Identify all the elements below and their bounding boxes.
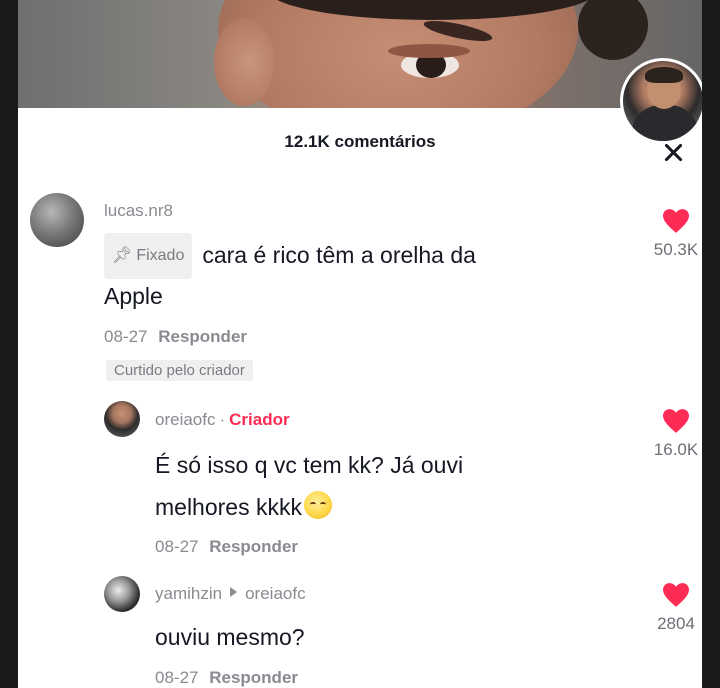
comment-text-line2: melhores kkkk: [155, 486, 332, 528]
pin-icon: 📌︎: [112, 247, 133, 264]
comment-meta: 08-27 Responder: [155, 668, 298, 688]
heart-icon: [663, 583, 689, 607]
video-background: [18, 0, 702, 108]
comment-date: 08-27: [104, 327, 148, 346]
close-icon[interactable]: [658, 140, 688, 170]
comment-date: 08-27: [155, 537, 199, 556]
comment-text-line1: ouviu mesmo?: [155, 624, 305, 650]
pinned-label: Fixado: [136, 247, 185, 264]
relieved-face-emoji-icon: [303, 491, 332, 519]
reply-button[interactable]: Responder: [209, 537, 298, 556]
avatar[interactable]: [104, 576, 140, 612]
comment-meta: 08-27 Responder: [155, 537, 298, 557]
comment-count: 12.1K comentários: [284, 132, 436, 151]
comment-text: 📌︎ Fixado cara é rico têm a orelha da: [104, 233, 624, 279]
comments-header: 12.1K comentários: [18, 108, 702, 178]
comment-username-row: yamihzin oreiaofc: [155, 584, 306, 604]
comment-text-line1: É só isso q vc tem kk? Já ouvi: [155, 452, 464, 478]
video-hair-side: [578, 0, 648, 60]
separator-dot: ·: [219, 410, 226, 429]
comment-text-line2-content: melhores kkkk: [155, 494, 302, 520]
comment-text-line2: Apple: [104, 283, 163, 309]
creator-badge: Criador: [229, 410, 290, 429]
reply-button[interactable]: Responder: [209, 668, 298, 687]
comment-meta: 08-27 Responder: [104, 327, 247, 347]
reply-button[interactable]: Responder: [158, 327, 247, 346]
pinned-badge: 📌︎ Fixado: [104, 233, 193, 279]
comment-username-row: oreiaofc · Criador: [155, 410, 290, 430]
reply-to-username[interactable]: oreiaofc: [245, 584, 305, 603]
comment-username[interactable]: yamihzin: [155, 584, 222, 603]
comments-sheet: 12.1K comentários lucas.nr8 📌︎ Fixado cara…: [18, 0, 702, 688]
comment-text-line1: cara é rico têm a orelha da: [202, 242, 476, 268]
comment-date: 08-27: [155, 668, 199, 687]
heart-icon: [663, 209, 689, 233]
avatar[interactable]: [104, 401, 140, 437]
heart-icon: [663, 409, 689, 433]
video-eyelid: [388, 44, 470, 58]
like-button[interactable]: 50.3K: [641, 208, 702, 260]
avatar[interactable]: [30, 193, 84, 247]
liked-by-creator-badge: Curtido pelo criador: [106, 360, 253, 381]
comment-username[interactable]: lucas.nr8: [104, 201, 173, 221]
like-count: 50.3K: [653, 240, 699, 259]
like-button[interactable]: 16.0K: [641, 408, 702, 460]
like-button[interactable]: 2804: [641, 582, 702, 634]
reply-arrow-icon: [230, 587, 238, 597]
like-count: 2804: [657, 614, 695, 633]
avatar-hair: [645, 67, 683, 83]
video-ear: [214, 18, 274, 106]
comment-username[interactable]: oreiaofc: [155, 410, 215, 429]
like-count: 16.0K: [653, 440, 699, 459]
